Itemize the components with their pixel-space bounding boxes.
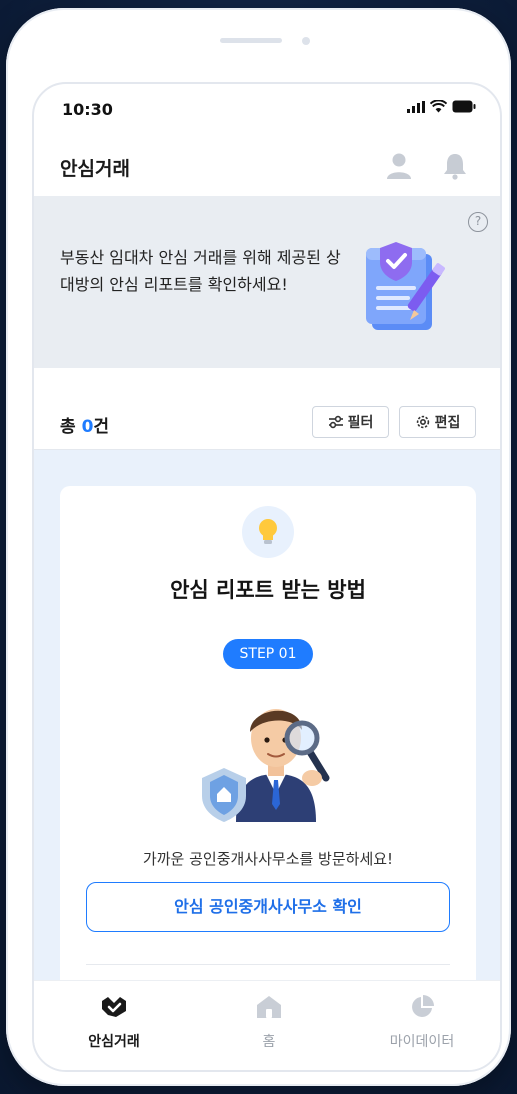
phone-speaker xyxy=(220,38,282,43)
user-icon[interactable] xyxy=(386,152,412,180)
app-screen: 10:30 안심거래 부동산 임대차 안심 거래를 위해 제공된 상대방의 안심… xyxy=(32,82,502,1072)
banner-text: 부동산 임대차 안심 거래를 위해 제공된 상대방의 안심 리포트를 확인하세요… xyxy=(60,248,341,294)
tab-label-home: 홈 xyxy=(262,1034,276,1050)
total-count-value: 0 xyxy=(81,417,94,437)
edit-button[interactable]: 편집 xyxy=(399,406,476,438)
check-agency-button[interactable]: 안심 공인중개사사무소 확인 xyxy=(86,882,450,932)
status-icons xyxy=(407,100,476,113)
agent-magnifier-illustration xyxy=(202,709,330,822)
handshake-icon xyxy=(102,997,126,1017)
lightbulb-icon xyxy=(259,519,277,544)
filter-label: 필터 xyxy=(347,415,374,431)
phone-frame: 10:30 안심거래 부동산 임대차 안심 거래를 위해 제공된 상대방의 안심… xyxy=(6,8,511,1086)
tab-label-safe-trade: 안심거래 xyxy=(88,1034,140,1050)
pie-chart-icon xyxy=(412,995,434,1017)
filter-icon xyxy=(328,415,343,429)
card-divider xyxy=(86,964,450,965)
tab-label-mydata: 마이데이터 xyxy=(389,1034,455,1050)
guide-description: 가까운 공인중개사사무소를 방문하세요! xyxy=(142,850,394,868)
status-bar: 10:30 xyxy=(34,84,500,130)
total-prefix: 총 xyxy=(60,417,82,437)
page-title: 안심거래 xyxy=(60,158,130,180)
wifi-icon xyxy=(430,100,447,113)
guide-title: 안심 리포트 받는 방법 xyxy=(170,578,366,602)
gear-icon xyxy=(416,415,429,429)
edit-label: 편집 xyxy=(434,415,461,431)
phone-camera xyxy=(302,37,310,45)
total-count: 총 0건 xyxy=(60,412,109,437)
info-banner: 부동산 임대차 안심 거래를 위해 제공된 상대방의 안심 리포트를 확인하세요… xyxy=(34,196,500,368)
step-badge: STEP 01 xyxy=(223,639,313,669)
content-area: 안심 리포트 받는 방법 STEP 01 가까운 공인중개사사무소를 방문하세요… xyxy=(34,450,500,1006)
app-header: 안심거래 xyxy=(34,142,500,198)
home-icon xyxy=(257,996,281,1018)
bottom-tab-bar: 안심거래 홈 마이데이터 xyxy=(34,980,500,1070)
tab-home[interactable]: 홈 xyxy=(214,995,324,1051)
bell-icon[interactable] xyxy=(442,152,468,180)
document-shield-illustration xyxy=(366,242,445,330)
status-time: 10:30 xyxy=(62,100,113,119)
tab-safe-trade[interactable]: 안심거래 xyxy=(59,995,169,1051)
tab-mydata[interactable]: 마이데이터 xyxy=(367,995,477,1051)
list-summary-bar: 총 0건 필터 편집 xyxy=(34,368,500,450)
help-icon[interactable]: ? xyxy=(468,212,488,232)
filter-button[interactable]: 필터 xyxy=(312,406,389,438)
signal-icon xyxy=(407,100,425,113)
guide-card: 안심 리포트 받는 방법 STEP 01 가까운 공인중개사사무소를 방문하세요… xyxy=(60,486,476,1006)
total-suffix: 건 xyxy=(93,417,110,437)
battery-icon xyxy=(452,100,476,113)
bulb-badge xyxy=(242,506,294,558)
